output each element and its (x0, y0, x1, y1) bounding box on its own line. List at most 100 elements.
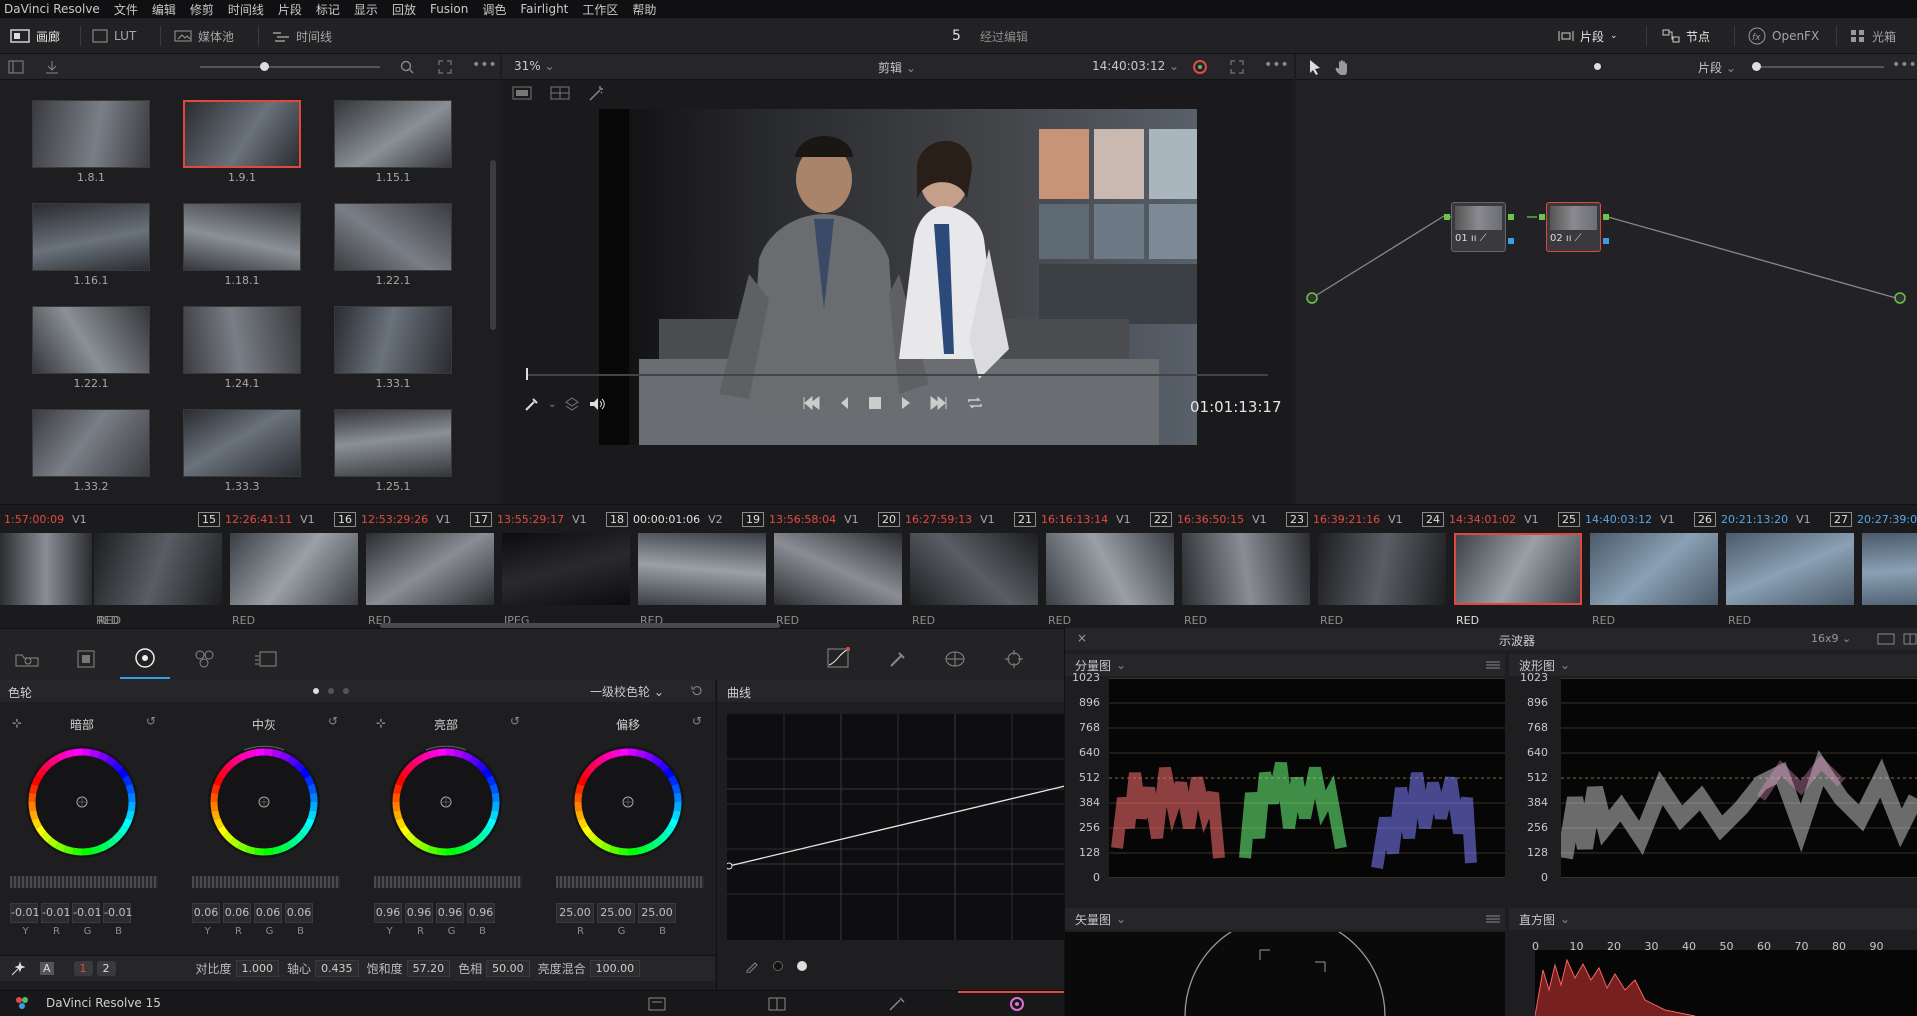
menu-item[interactable]: 标记 (316, 1, 340, 18)
color-wheels-icon[interactable] (134, 647, 156, 669)
fusion-page-icon[interactable] (888, 996, 906, 1012)
scope-settings-icon[interactable] (1485, 659, 1501, 671)
fullscreen-icon[interactable] (1230, 60, 1244, 74)
clip-thumbnail[interactable] (502, 533, 630, 605)
auto-icon[interactable]: A (40, 962, 54, 975)
node-output-port[interactable] (1603, 214, 1609, 220)
gallery-still[interactable] (32, 409, 150, 477)
motion-effects-icon[interactable] (254, 649, 278, 669)
chevron-down-icon[interactable]: ⌄ (548, 399, 556, 410)
gallery-button[interactable]: 画廊 (10, 18, 60, 54)
wheel-value-field[interactable]: 25.00 (597, 903, 635, 923)
gallery-still[interactable] (334, 306, 452, 374)
wheel-value-field[interactable]: 0.06 (254, 903, 282, 923)
master-wheel-slider[interactable] (374, 876, 522, 888)
hand-icon[interactable] (1334, 59, 1350, 75)
hue-field[interactable]: 50.00 (486, 960, 530, 977)
master-wheel-slider[interactable] (192, 876, 340, 888)
source-timecode-dropdown[interactable]: 14:40:03:12 ⌄ (1092, 59, 1179, 73)
expand-icon[interactable] (438, 60, 452, 74)
more-icon[interactable]: ••• (1264, 57, 1289, 73)
wheel-value-field[interactable]: 0.06 (223, 903, 251, 923)
gallery-scrollbar[interactable] (490, 160, 496, 330)
zoom-dropdown[interactable]: 31% ⌄ (514, 59, 555, 73)
gallery-still[interactable] (32, 203, 150, 271)
gallery-still[interactable] (32, 306, 150, 374)
pointer-icon[interactable] (1308, 59, 1322, 75)
wheel-value-field[interactable]: 0.96 (374, 903, 402, 923)
eyedropper-icon[interactable] (524, 396, 540, 412)
single-scope-icon[interactable] (1877, 633, 1895, 645)
magic-wand-icon[interactable] (588, 84, 606, 102)
lum-mix-field[interactable]: 100.00 (589, 960, 641, 977)
chevron-down-icon[interactable]: ⌄ (1116, 912, 1126, 926)
rgb-mixer-icon[interactable] (194, 649, 216, 669)
color-wheel[interactable] (204, 742, 324, 862)
clip-thumbnail[interactable] (774, 533, 902, 605)
node-02[interactable]: 02 ıı ⟋ (1546, 202, 1601, 252)
clip-thumbnail[interactable] (0, 533, 92, 605)
single-view-icon[interactable] (512, 86, 532, 100)
playhead[interactable] (526, 368, 528, 380)
openfx-button[interactable]: fx OpenFX (1748, 18, 1819, 54)
node-input-port[interactable] (1539, 214, 1545, 220)
window-icon[interactable] (944, 649, 966, 669)
reset-icon[interactable] (690, 684, 704, 698)
gallery-still[interactable] (334, 203, 452, 271)
picker-icon[interactable]: ⊹ (376, 716, 386, 730)
reset-icon[interactable]: ↺ (146, 714, 156, 728)
page-dot[interactable] (328, 688, 334, 694)
saturation-field[interactable]: 57.20 (406, 960, 451, 977)
gallery-still[interactable] (334, 409, 452, 477)
clip-thumbnail[interactable] (94, 533, 222, 605)
node-zoom-slider[interactable] (1754, 66, 1884, 68)
gallery-still[interactable] (183, 203, 301, 271)
media-pool-button[interactable]: 媒体池 (174, 18, 234, 54)
master-wheel-slider[interactable] (10, 876, 158, 888)
menu-item[interactable]: 编辑 (152, 1, 176, 18)
play-icon[interactable] (900, 396, 912, 410)
wheel-value-field[interactable]: 0.96 (467, 903, 495, 923)
clip-thumbnail[interactable] (1046, 533, 1174, 605)
gallery-still[interactable] (183, 409, 301, 477)
camera-raw-icon[interactable] (14, 651, 40, 667)
gallery-still[interactable] (32, 100, 150, 168)
chevron-down-icon[interactable]: ⌄ (1560, 912, 1570, 926)
video-frame[interactable] (599, 109, 1197, 445)
thumb-size-knob[interactable] (260, 62, 269, 71)
master-wheel-slider[interactable] (556, 876, 704, 888)
curve-graph[interactable] (727, 714, 1065, 940)
wheel-value-field[interactable]: 0.06 (285, 903, 313, 923)
menu-item[interactable]: 调色 (482, 1, 506, 18)
gallery-still[interactable] (183, 306, 301, 374)
edit-page-icon[interactable] (768, 997, 786, 1011)
color-picker-icon[interactable] (1192, 59, 1208, 75)
timeline-button[interactable]: 时间线 (272, 18, 332, 54)
menu-item[interactable]: 修剪 (190, 1, 214, 18)
wheel-value-field[interactable]: 0.96 (436, 903, 464, 923)
menu-item[interactable]: 时间线 (228, 1, 264, 18)
menu-item[interactable]: 帮助 (632, 1, 656, 18)
clip-thumbnail[interactable] (1726, 533, 1854, 605)
clip-thumbnail[interactable] (230, 533, 358, 605)
more-icon[interactable]: ••• (472, 57, 497, 73)
sidebar-toggle-icon[interactable] (8, 60, 24, 74)
clip-thumbnail[interactable] (1590, 533, 1718, 605)
contrast-field[interactable]: 1.000 (235, 960, 280, 977)
tracker-icon[interactable] (1004, 649, 1024, 669)
reset-icon[interactable]: ↺ (328, 714, 338, 728)
layers-icon[interactable] (564, 396, 580, 412)
clip-thumbnail[interactable] (1182, 533, 1310, 605)
split-view-icon[interactable] (550, 86, 570, 100)
menu-item[interactable]: 片段 (278, 1, 302, 18)
color-page-icon[interactable] (1008, 996, 1026, 1012)
clips-mode-dropdown[interactable]: 片段 ⌄ (1558, 18, 1618, 54)
picker-icon[interactable]: ⊹ (12, 716, 22, 730)
page-2-button[interactable]: 2 (96, 961, 116, 976)
curve-pen-icon[interactable] (745, 959, 759, 973)
step-back-icon[interactable] (838, 396, 850, 410)
color-wheel[interactable] (22, 742, 142, 862)
clip-thumbnail[interactable] (910, 533, 1038, 605)
node-alpha-port[interactable] (1603, 238, 1609, 244)
volume-icon[interactable] (588, 396, 606, 412)
